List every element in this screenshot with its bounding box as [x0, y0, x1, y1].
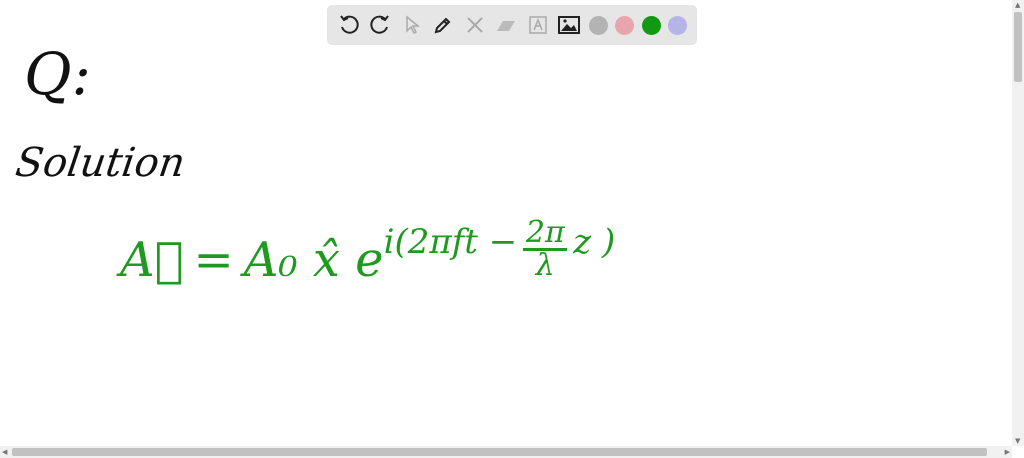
select-button[interactable] — [400, 13, 424, 37]
scroll-left-arrow[interactable]: ◀ — [2, 448, 7, 456]
redo-button[interactable] — [368, 13, 392, 37]
pointer-icon — [406, 15, 420, 35]
vertical-scroll-thumb[interactable] — [1014, 12, 1022, 82]
tools-icon — [467, 17, 483, 33]
fraction-denominator: λ — [535, 248, 555, 283]
color-pink[interactable] — [615, 15, 635, 35]
text-icon — [529, 16, 547, 34]
vertical-scrollbar[interactable]: ▲ ▼ — [1012, 0, 1024, 446]
drawing-toolbar — [327, 5, 697, 45]
undo-icon — [339, 15, 359, 34]
exponent-end: z ) — [573, 222, 616, 262]
scroll-down-arrow[interactable]: ▼ — [1015, 437, 1020, 445]
eraser-button[interactable] — [494, 13, 518, 37]
color-green[interactable] — [641, 15, 661, 35]
image-button[interactable] — [557, 13, 581, 37]
horizontal-scroll-thumb[interactable] — [12, 448, 987, 456]
color-gray[interactable] — [588, 15, 608, 35]
amplitude-term: A₀ x̂ e — [243, 232, 384, 288]
tools-button[interactable] — [463, 13, 487, 37]
fraction: 2π λ — [523, 215, 568, 283]
pen-icon — [434, 17, 451, 34]
eraser-icon — [497, 21, 516, 31]
solution-label: Solution — [12, 140, 188, 186]
equals-sign: = — [193, 232, 234, 288]
image-icon — [558, 16, 581, 34]
equation: A⃗ = A₀ x̂ e i(2πft − 2π λ z ) — [120, 218, 615, 289]
pen-button[interactable] — [431, 13, 455, 37]
color-lavender[interactable] — [668, 15, 688, 35]
scroll-right-arrow[interactable]: ▶ — [1005, 448, 1010, 456]
exponent-start: i(2πft − — [383, 222, 518, 262]
scroll-up-arrow[interactable]: ▲ — [1015, 1, 1020, 9]
text-button[interactable] — [526, 13, 550, 37]
undo-button[interactable] — [337, 13, 361, 37]
redo-icon — [370, 15, 390, 34]
horizontal-scrollbar[interactable]: ◀ ▶ — [0, 446, 1012, 458]
fraction-numerator: 2π — [525, 215, 565, 250]
vector-a: A⃗ — [120, 232, 184, 288]
exponent: i(2πft − 2π λ z ) — [383, 218, 616, 281]
question-label: Q: — [24, 40, 92, 108]
